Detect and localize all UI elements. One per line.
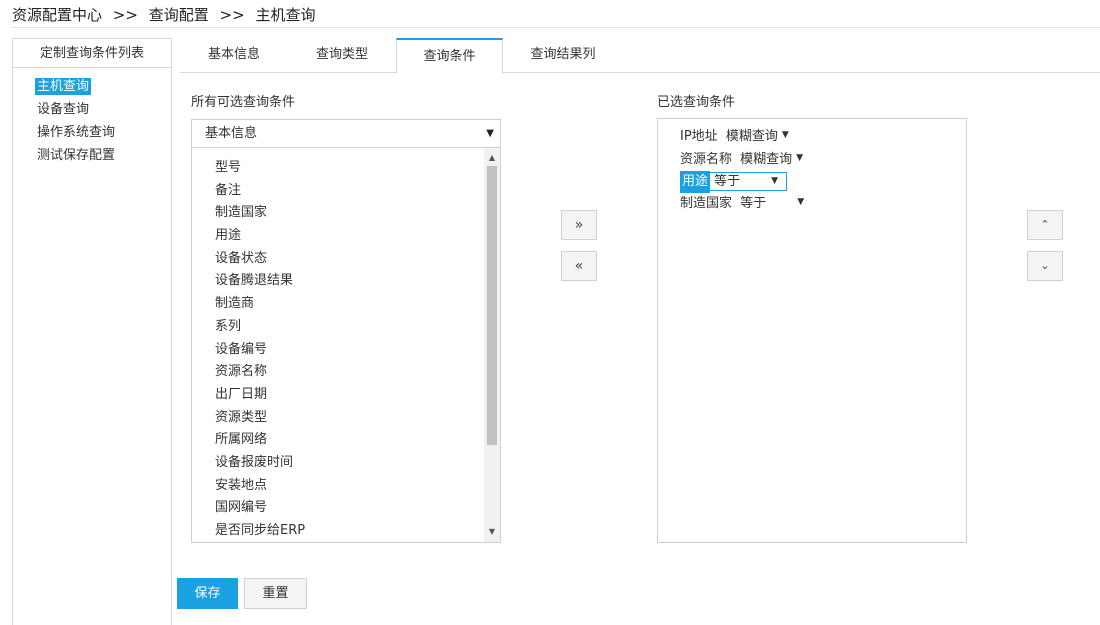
query-config-list-title: 定制查询条件列表 [13,39,171,68]
category-select[interactable]: 基本信息 ▼ [191,119,501,148]
chevron-up-icon: ⌃ [1040,218,1050,231]
remove-selected-button[interactable]: « [561,251,597,281]
caret-down-icon: ▼ [796,153,804,163]
operator-select[interactable]: 等于 ▼ [740,193,804,215]
caret-down-icon: ▼ [781,130,789,140]
available-condition-item[interactable]: 所属网络 [215,429,500,452]
available-condition-item[interactable]: 设备状态 [215,248,500,271]
available-condition-item[interactable]: 出厂日期 [215,384,500,407]
selected-conditions-list: IP地址 模糊查询 ▼ 资源名称 模糊查询 ▼ 用途 等于 ▼ 制造国家 等于 ▼ [657,118,967,543]
selected-conditions-label: 已选查询条件 [657,95,736,110]
available-condition-item[interactable]: 国网编号 [215,497,500,520]
scrollbar-thumb[interactable] [487,166,497,445]
available-condition-item[interactable]: 设备腾退结果 [215,270,500,293]
available-condition-item[interactable]: 是否同步给ERP [215,520,500,542]
selected-condition-row[interactable]: 资源名称 模糊查询 ▼ [680,149,803,171]
scroll-up-arrow-icon[interactable]: ▲ [484,150,500,166]
operator-value: 模糊查询 [740,152,793,167]
available-condition-item[interactable]: 用途 [215,225,500,248]
save-button[interactable]: 保存 [177,578,238,609]
available-condition-item[interactable]: 设备编号 [215,339,500,362]
condition-field-name[interactable]: 资源名称 [680,149,732,171]
condition-field-name[interactable]: 制造国家 [680,193,732,215]
tab-basic-info[interactable]: 基本信息 [180,38,288,73]
tab-result-columns[interactable]: 查询结果列 [503,38,623,73]
selected-condition-row[interactable]: 制造国家 等于 ▼ [680,193,804,215]
available-condition-item[interactable]: 系列 [215,316,500,339]
category-select-value: 基本信息 [205,126,258,141]
query-config-list: 主机查询 设备查询 操作系统查询 测试保存配置 [13,68,171,168]
operator-select[interactable]: 等于 ▼ [710,172,788,191]
available-condition-item[interactable]: 制造国家 [215,202,500,225]
query-config-item-host[interactable]: 主机查询 [35,76,171,99]
query-config-list-panel: 定制查询条件列表 主机查询 设备查询 操作系统查询 测试保存配置 [12,38,172,625]
operator-select[interactable]: 模糊查询 ▼ [740,149,803,171]
condition-field-name[interactable]: 用途 [680,171,711,193]
breadcrumb-item-query-config[interactable]: 查询配置 [149,6,209,24]
selected-condition-row[interactable]: IP地址 模糊查询 ▼ [680,126,789,148]
condition-field-name[interactable]: IP地址 [680,126,718,148]
available-conditions-list[interactable]: 型号 备注 制造国家 用途 设备状态 设备腾退结果 制造商 系列 设备编号 资源… [191,148,501,543]
query-config-item-test-save[interactable]: 测试保存配置 [35,145,171,168]
operator-value: 等于 [714,174,741,189]
query-config-item-label: 操作系统查询 [37,125,116,140]
query-config-item-label: 设备查询 [37,102,90,117]
operator-select[interactable]: 模糊查询 ▼ [726,126,789,148]
available-condition-item[interactable]: 型号 [215,157,500,180]
tab-query-type[interactable]: 查询类型 [288,38,396,73]
query-config-item-os[interactable]: 操作系统查询 [35,122,171,145]
reset-button[interactable]: 重置 [244,578,307,609]
query-config-item-device[interactable]: 设备查询 [35,99,171,122]
scroll-down-arrow-icon[interactable]: ▼ [484,524,500,540]
breadcrumb-item-resource-center[interactable]: 资源配置中心 [12,6,102,24]
available-condition-item[interactable]: 制造商 [215,293,500,316]
move-down-button[interactable]: ⌄ [1027,251,1063,281]
breadcrumb-separator: >> [112,6,138,24]
add-selected-button[interactable]: » [561,210,597,240]
selected-condition-row[interactable]: 用途 等于 ▼ [680,171,788,193]
available-condition-item[interactable]: 资源名称 [215,361,500,384]
available-condition-item[interactable]: 资源类型 [215,407,500,430]
breadcrumb-separator: >> [219,6,245,24]
breadcrumb-item-host-query: 主机查询 [255,6,316,24]
available-condition-item[interactable]: 设备报废时间 [215,452,500,475]
available-condition-item[interactable]: 备注 [215,180,500,203]
operator-value: 等于 [740,196,767,211]
breadcrumb: 资源配置中心 >> 查询配置 >> 主机查询 [12,4,321,25]
chevron-down-icon: ⌄ [1040,259,1050,272]
available-conditions-label: 所有可选查询条件 [191,95,296,110]
query-config-item-label: 主机查询 [35,78,92,95]
available-condition-item[interactable]: 安装地点 [215,475,500,498]
caret-down-icon: ▼ [771,176,779,186]
operator-value: 模糊查询 [725,129,778,144]
config-tabs: 基本信息 查询类型 查询条件 查询结果列 [180,38,1100,74]
tab-query-conditions[interactable]: 查询条件 [396,38,503,74]
caret-down-icon: ▼ [486,128,494,139]
move-up-button[interactable]: ⌃ [1027,210,1063,240]
breadcrumb-divider [12,27,1100,28]
caret-down-icon: ▼ [797,197,805,207]
query-config-item-label: 测试保存配置 [37,148,116,163]
list-scrollbar[interactable]: ▲ ▼ [484,148,500,542]
